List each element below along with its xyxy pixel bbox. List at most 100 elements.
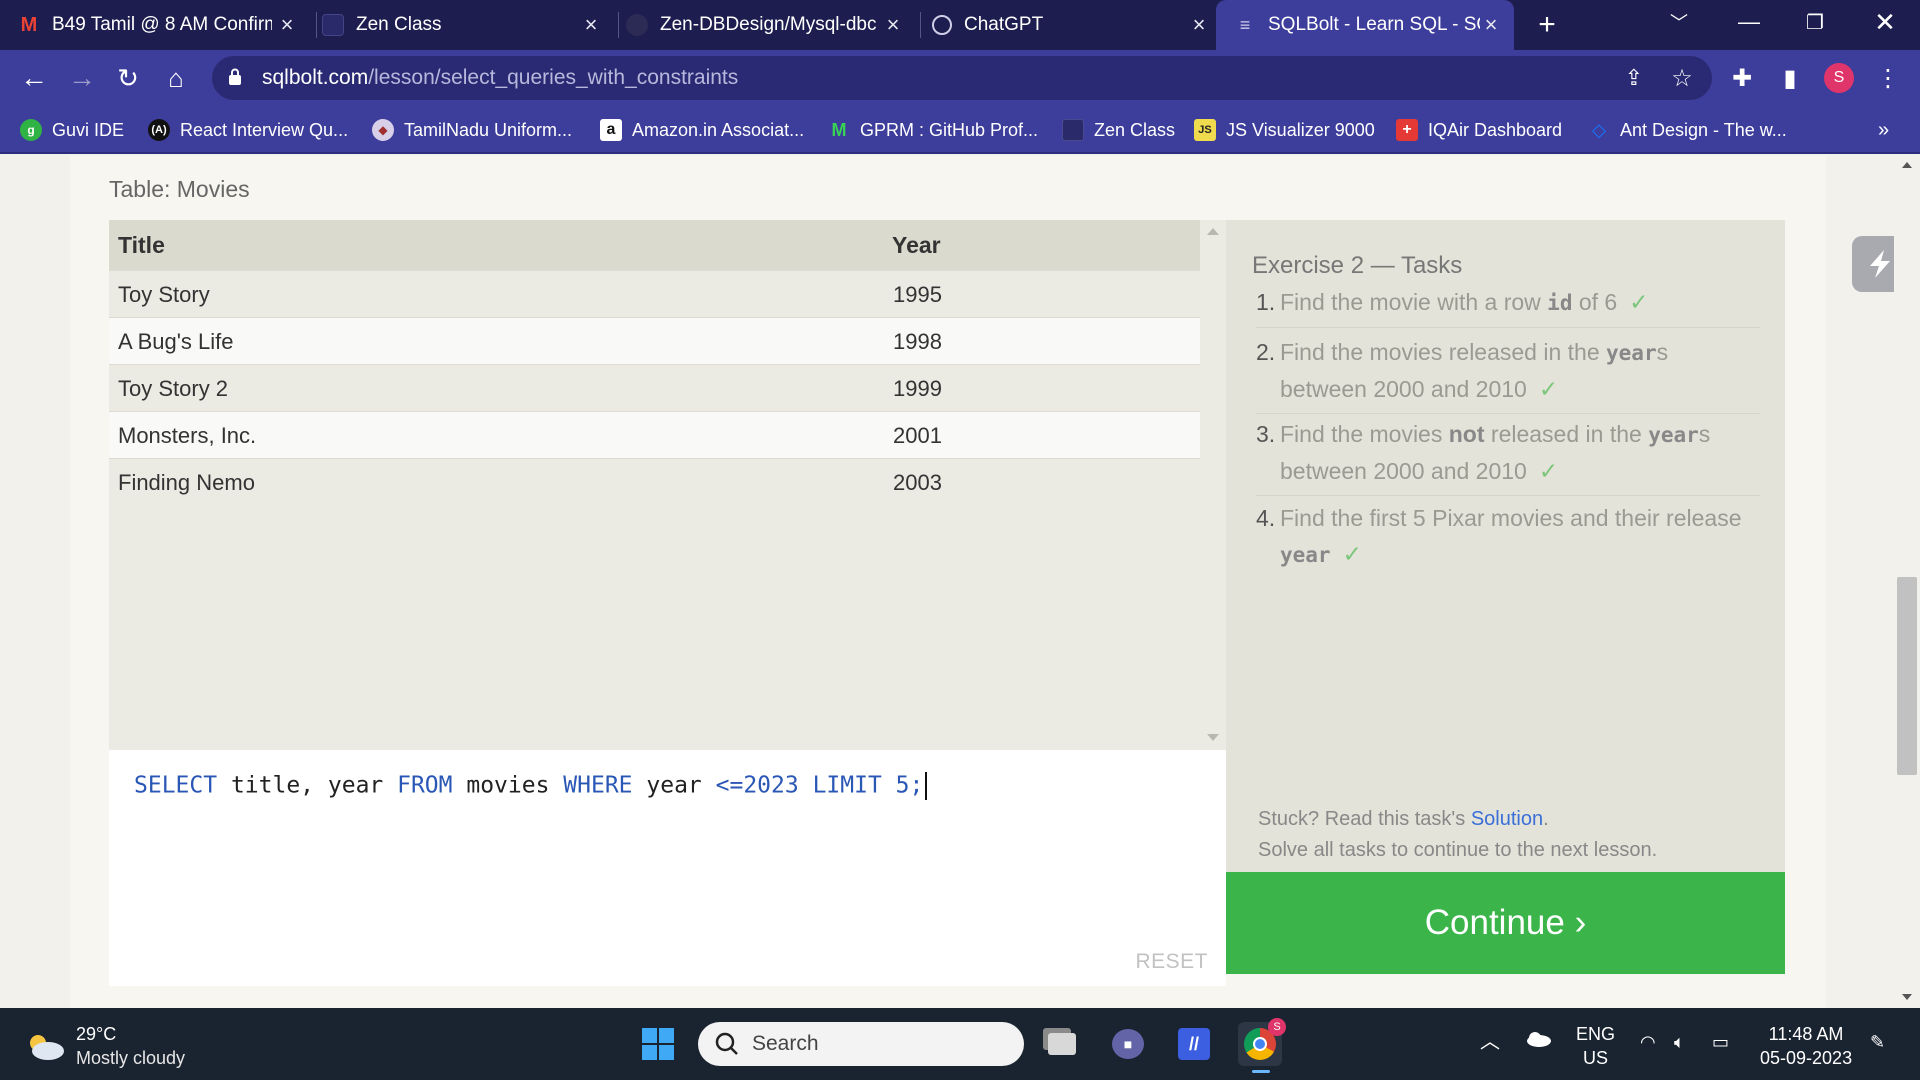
tab-gmail[interactable]: M B49 Tamil @ 8 AM Confirm ×: [18, 0, 310, 50]
windows-start-icon[interactable]: [636, 1022, 680, 1066]
battery-icon[interactable]: ▭: [1712, 1030, 1729, 1054]
bookmark-guvi-ide[interactable]: g Guvi IDE: [20, 116, 124, 144]
browser-toolbar: ← → ↻ ⌂ sqlbolt.com/lesson/select_querie…: [0, 50, 1920, 106]
bookmark-gprm[interactable]: M GPRM : GitHub Prof...: [828, 116, 1039, 144]
side-panel-icon[interactable]: ▮: [1774, 62, 1806, 94]
forward-arrow-icon[interactable]: →: [62, 58, 102, 98]
taskbar-search-box[interactable]: Search: [698, 1022, 1024, 1066]
close-tab-icon[interactable]: ×: [882, 12, 904, 37]
page-scrollbar[interactable]: [1894, 156, 1920, 1008]
browser-tab-strip: M B49 Tamil @ 8 AM Confirm × Zen Class ×…: [0, 0, 1920, 50]
query-token: movies: [452, 772, 564, 799]
exercise-tasks-panel: Exercise 2 — Tasks 1. Find the movie with…: [1226, 220, 1785, 872]
gprm-icon: M: [831, 119, 847, 140]
share-icon[interactable]: ⇪: [1620, 64, 1648, 92]
tab-github[interactable]: Zen-DBDesign/Mysql-dbc ×: [626, 0, 916, 50]
bookmarks-overflow-button[interactable]: »: [1878, 116, 1889, 144]
tab-title: B49 Tamil @ 8 AM Confirm: [52, 14, 272, 35]
volume-icon[interactable]: 🔈︎: [1674, 1030, 1685, 1054]
scroll-down-arrow-icon[interactable]: [1207, 734, 1219, 741]
language-indicator[interactable]: ENG US: [1576, 1022, 1615, 1070]
stuck-suffix: .: [1543, 808, 1549, 830]
solution-link[interactable]: Solution: [1471, 808, 1543, 830]
query-token: year: [632, 772, 716, 799]
show-hidden-icons-chevron-icon[interactable]: ︿: [1480, 1030, 1500, 1054]
chrome-taskbar-icon[interactable]: S: [1238, 1018, 1286, 1073]
close-tab-icon[interactable]: ×: [1480, 12, 1502, 37]
cell-year: 2001: [893, 423, 942, 448]
tab-zen-class[interactable]: Zen Class ×: [322, 0, 614, 50]
profile-avatar[interactable]: S: [1824, 63, 1854, 93]
table-row: Toy Story 1995: [109, 270, 1200, 317]
emblem-icon: ◆: [372, 119, 394, 141]
chrome-profile-badge: S: [1268, 1018, 1286, 1036]
bookmark-js-visualizer[interactable]: JS JS Visualizer 9000: [1194, 116, 1375, 144]
query-code[interactable]: SELECT title, year FROM movies WHERE yea…: [134, 772, 928, 800]
sql-query-editor[interactable]: SELECT title, year FROM movies WHERE yea…: [109, 750, 1226, 986]
sqlbolt-icon: ≡: [1239, 14, 1251, 35]
react-icon: (A): [148, 119, 170, 141]
windows-logo-icon: [642, 1028, 674, 1060]
task-code: year: [1648, 423, 1699, 447]
teams-chat-icon[interactable]: ■: [1106, 1022, 1150, 1066]
bookmark-zen-class[interactable]: Zen Class: [1062, 116, 1175, 144]
query-tokens: SELECT title, year FROM movies WHERE yea…: [134, 773, 923, 799]
bookmark-star-icon[interactable]: ☆: [1668, 64, 1696, 92]
back-arrow-icon[interactable]: ←: [14, 58, 54, 98]
clock-date: 05-09-2023: [1760, 1048, 1853, 1068]
close-window-icon[interactable]: ✕: [1856, 0, 1914, 44]
home-icon[interactable]: ⌂: [156, 58, 196, 98]
bookmark-iqair[interactable]: + IQAir Dashboard: [1396, 116, 1562, 144]
page-scroll-down-icon[interactable]: [1902, 994, 1912, 1000]
bookmark-amazon-associates[interactable]: a Amazon.in Associat...: [600, 116, 804, 144]
onedrive-cloud-icon[interactable]: [1524, 1030, 1552, 1054]
query-token: WHERE: [563, 772, 633, 799]
page-scroll-up-icon[interactable]: [1902, 162, 1912, 168]
continue-button[interactable]: Continue ›: [1226, 872, 1785, 974]
cloud-icon: [30, 1035, 64, 1060]
cell-title: Toy Story: [118, 282, 210, 307]
reload-icon[interactable]: ↻: [108, 58, 148, 98]
task-code: id: [1547, 291, 1573, 315]
github-icon: [626, 14, 648, 36]
cell-year: 1998: [893, 329, 942, 354]
stuck-prefix: Stuck? Read this task's: [1258, 808, 1471, 830]
tab-chatgpt[interactable]: ChatGPT ×: [932, 0, 1222, 50]
query-token: <=2023: [715, 772, 799, 799]
close-tab-icon[interactable]: ×: [276, 12, 298, 37]
table-scrollbar[interactable]: [1200, 220, 1226, 750]
task-text-part: released in the: [1484, 421, 1649, 447]
wifi-icon[interactable]: ◠: [1640, 1030, 1656, 1054]
chatgpt-icon: [932, 15, 952, 35]
new-tab-button[interactable]: +: [1518, 3, 1576, 47]
clock[interactable]: 11:48 AM 05-09-2023: [1760, 1022, 1852, 1070]
notification-icon[interactable]: ✎: [1870, 1030, 1885, 1054]
vscode-like-app-icon[interactable]: //: [1172, 1022, 1216, 1066]
reset-button[interactable]: RESET: [1135, 950, 1208, 974]
close-tab-icon[interactable]: ×: [1188, 12, 1210, 37]
bookmark-tamilnadu-uniform[interactable]: ◆ TamilNadu Uniform...: [372, 116, 572, 144]
weather-widget[interactable]: 29°C Mostly cloudy: [26, 1022, 185, 1070]
checkmark-icon: ✓: [1342, 541, 1362, 567]
restore-icon[interactable]: ❐: [1786, 0, 1844, 44]
tab-search-chevron-icon[interactable]: ﹀: [1650, 0, 1708, 44]
close-tab-icon[interactable]: ×: [580, 12, 602, 37]
task-text: Find the movies released in the years be…: [1280, 334, 1760, 407]
menu-kebab-icon[interactable]: ⋮: [1872, 62, 1904, 94]
task-view-icon[interactable]: [1040, 1022, 1084, 1066]
task-item: 2. Find the movies released in the years …: [1256, 334, 1760, 414]
scroll-up-arrow-icon[interactable]: [1207, 228, 1219, 235]
movies-table: Title Year Toy Story 1995 A Bug's Life 1…: [109, 220, 1200, 750]
tab-title: ChatGPT: [964, 14, 1044, 35]
bookmark-ant-design[interactable]: ◇ Ant Design - The w...: [1588, 116, 1787, 144]
address-bar[interactable]: sqlbolt.com/lesson/select_queries_with_c…: [212, 56, 1712, 100]
minimize-icon[interactable]: —: [1720, 0, 1778, 44]
extensions-puzzle-icon[interactable]: ✚: [1726, 62, 1758, 94]
tab-sqlbolt[interactable]: ≡ SQLBolt - Learn SQL - SQL ×: [1216, 0, 1514, 50]
cell-year: 2003: [893, 470, 942, 495]
url-text: sqlbolt.com/lesson/select_queries_with_c…: [262, 66, 738, 90]
task-item: 4. Find the first 5 Pixar movies and thei…: [1256, 500, 1760, 579]
bookmark-react-interview[interactable]: (A) React Interview Qu...: [148, 116, 348, 144]
checkmark-icon: ✓: [1538, 458, 1559, 484]
page-scroll-thumb[interactable]: [1897, 577, 1917, 775]
